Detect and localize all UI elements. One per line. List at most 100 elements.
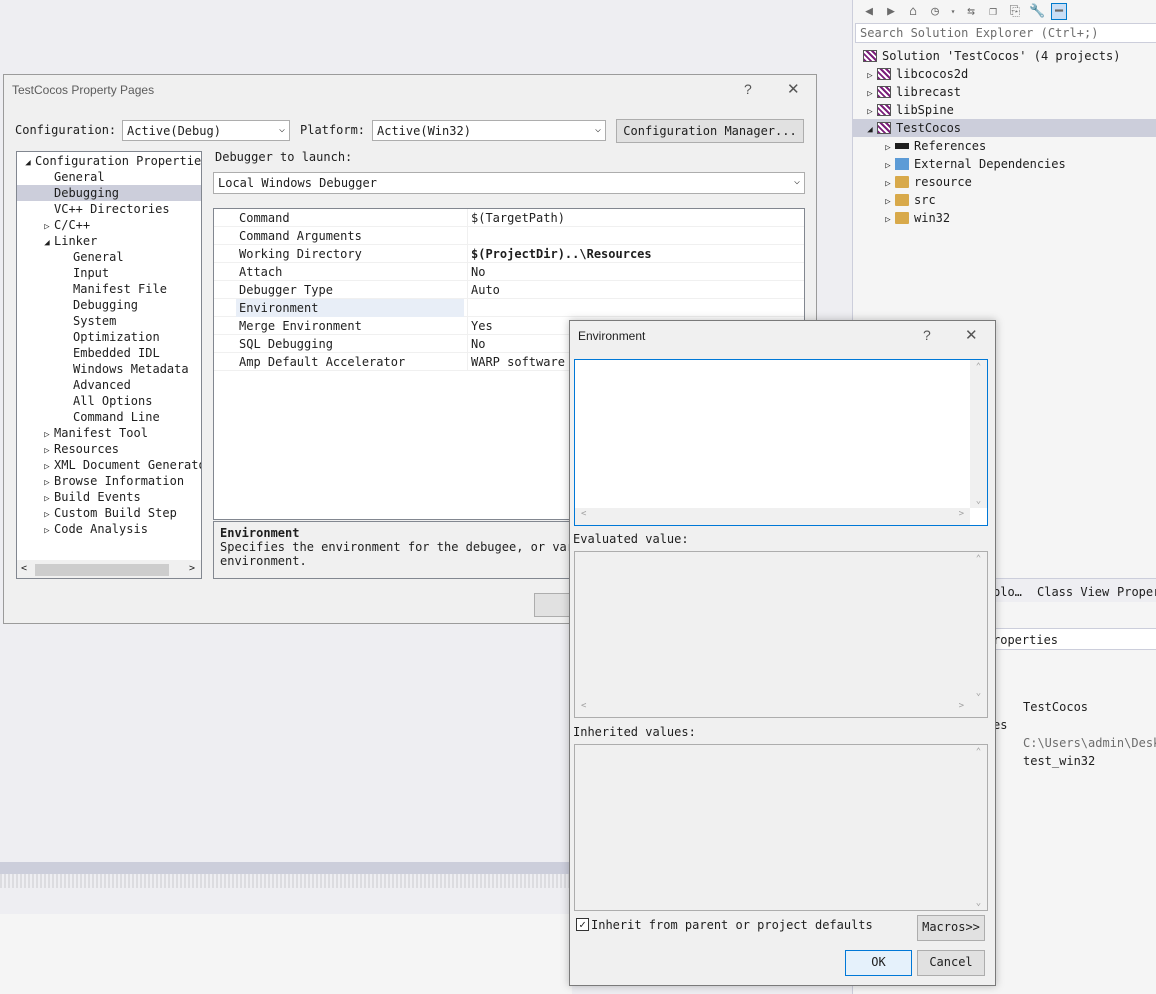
tree-item[interactable]: VC++ Directories xyxy=(17,201,201,217)
environment-textarea[interactable]: ⌃ ⌄ < > xyxy=(574,359,988,526)
inherit-checkbox-label[interactable]: Inherit from parent or project defaults xyxy=(591,918,873,932)
project-icon xyxy=(877,86,891,98)
wrench-icon[interactable]: 🔧 xyxy=(1029,4,1045,19)
tree-item[interactable]: ◢ Configuration Properties xyxy=(17,153,201,169)
tree-item[interactable]: ▷ Resources xyxy=(17,441,201,457)
debugger-select[interactable]: Local Windows Debugger ⌵ xyxy=(213,172,805,194)
macros-button[interactable]: Macros>> xyxy=(917,915,985,941)
tree-item[interactable]: ▷ Browse Information xyxy=(17,473,201,489)
property-value: TestCocos xyxy=(1023,700,1089,714)
grid-row-value: No xyxy=(471,337,486,351)
tree-item-label: All Options xyxy=(73,394,153,408)
minus-icon[interactable]: ━ xyxy=(1051,2,1067,20)
debugger-value: Local Windows Debugger xyxy=(218,176,377,190)
output-splitter[interactable] xyxy=(0,874,572,888)
project-testcocos[interactable]: ◢ TestCocos xyxy=(853,119,1156,137)
grid-row-name: Environment xyxy=(236,299,464,317)
project-librecast[interactable]: ▷ librecast xyxy=(863,83,1156,101)
grid-row-name: Command Arguments xyxy=(239,229,362,243)
tab-class-view[interactable]: Class View xyxy=(1037,585,1109,599)
grid-row[interactable]: Attach No xyxy=(214,263,804,281)
solution-search-input[interactable]: Search Solution Explorer (Ctrl+;) xyxy=(855,23,1156,43)
tree-item[interactable]: Windows Metadata xyxy=(17,361,201,377)
close-icon[interactable]: ✕ xyxy=(965,326,978,344)
tree-item[interactable]: ▷ Code Analysis xyxy=(17,521,201,537)
solution-node[interactable]: Solution 'TestCocos' (4 projects) xyxy=(863,47,1156,65)
tree-horizontal-scrollbar[interactable]: < > xyxy=(17,560,201,578)
tree-item[interactable]: Debugging xyxy=(17,185,201,201)
tree-item[interactable]: System xyxy=(17,313,201,329)
scroll-left-icon[interactable]: < xyxy=(21,563,27,574)
ok-button[interactable]: OK xyxy=(845,950,912,976)
back-icon[interactable]: ◀ xyxy=(861,4,877,19)
grid-row[interactable]: Working Directory $(ProjectDir)..\Resourc… xyxy=(214,245,804,263)
vertical-scrollbar[interactable]: ⌃ ⌄ xyxy=(970,745,987,910)
configuration-label: Configuration: xyxy=(15,123,117,137)
tree-item[interactable]: General xyxy=(17,249,201,265)
grid-row[interactable]: Command $(TargetPath) xyxy=(214,209,804,227)
vertical-scrollbar[interactable]: ⌃ ⌄ xyxy=(970,360,987,508)
tree-item[interactable]: All Options xyxy=(17,393,201,409)
node-resource[interactable]: ▷ resource xyxy=(863,173,1156,191)
tree-item-label: Build Events xyxy=(54,490,141,504)
tree-item[interactable]: ▷ XML Document Generator xyxy=(17,457,201,473)
expand-icon[interactable]: ◢ xyxy=(40,235,54,251)
inherit-checkbox[interactable]: ✓ xyxy=(576,918,589,931)
tree-item[interactable]: Command Line xyxy=(17,409,201,425)
copy-icon[interactable]: ⎘ xyxy=(1007,4,1023,19)
scroll-right-icon[interactable]: > xyxy=(189,563,195,574)
forward-icon[interactable]: ▶ xyxy=(883,4,899,19)
scroll-thumb[interactable] xyxy=(35,564,169,576)
project-libspine[interactable]: ▷ libSpine xyxy=(863,101,1156,119)
tree-item[interactable]: ▷ Custom Build Step xyxy=(17,505,201,521)
help-icon[interactable]: ? xyxy=(923,327,931,343)
node-external-dependencies[interactable]: ▷ External Dependencies xyxy=(863,155,1156,173)
help-icon[interactable]: ? xyxy=(744,81,752,97)
tree-item[interactable]: ▷ C/C++ xyxy=(17,217,201,233)
cancel-button[interactable]: Cancel xyxy=(917,950,985,976)
tree-item[interactable]: ▷ Build Events xyxy=(17,489,201,505)
expand-icon[interactable]: ▷ xyxy=(40,523,54,539)
tree-item[interactable]: Debugging xyxy=(17,297,201,313)
horizontal-scrollbar[interactable]: < > xyxy=(575,508,970,525)
expand-icon[interactable]: ◢ xyxy=(21,155,35,171)
tree-item[interactable]: ▷ Manifest Tool xyxy=(17,425,201,441)
tree-item[interactable]: General xyxy=(17,169,201,185)
tree-item-label: Command Line xyxy=(73,410,160,424)
close-icon[interactable]: ✕ xyxy=(787,80,800,98)
home-icon[interactable]: ⌂ xyxy=(905,4,921,19)
tree-item[interactable]: Advanced xyxy=(17,377,201,393)
collapse-icon[interactable]: ❐ xyxy=(985,4,1001,19)
evaluated-value-textarea[interactable]: ⌃ ⌄ < > xyxy=(574,551,988,718)
inherited-values-textarea[interactable]: ⌃ ⌄ xyxy=(574,744,988,911)
ok-button-partial[interactable] xyxy=(534,593,574,617)
grid-row-value: Auto xyxy=(471,283,500,297)
project-label: TestCocos xyxy=(896,121,962,135)
node-src[interactable]: ▷ src xyxy=(863,191,1156,209)
tab-properties[interactable]: Proper xyxy=(1117,585,1156,599)
node-label: resource xyxy=(914,175,972,189)
expand-icon[interactable]: ▷ xyxy=(881,211,895,229)
dropdown-icon[interactable]: ▾ xyxy=(949,7,957,16)
grid-row[interactable]: Environment xyxy=(214,299,804,317)
tree-item[interactable]: ◢ Linker xyxy=(17,233,201,249)
tab-solution-explorer[interactable]: plo… xyxy=(993,585,1022,599)
configuration-manager-button[interactable]: Configuration Manager... xyxy=(616,119,804,143)
tree-item[interactable]: Optimization xyxy=(17,329,201,345)
tree-item[interactable]: Embedded IDL xyxy=(17,345,201,361)
history-icon[interactable]: ◷ xyxy=(927,4,943,19)
tree-item[interactable]: Manifest File xyxy=(17,281,201,297)
node-win32[interactable]: ▷ win32 xyxy=(863,209,1156,227)
sync-icon[interactable]: ⇆ xyxy=(963,4,979,19)
solution-explorer-toolbar: ◀ ▶ ⌂ ◷ ▾ ⇆ ❐ ⎘ 🔧 ━ xyxy=(853,0,1156,22)
vertical-scrollbar[interactable]: ⌃ ⌄ xyxy=(970,552,987,700)
collapse-tree-icon[interactable]: ◢ xyxy=(863,121,877,139)
platform-select[interactable]: Active(Win32) ⌵ xyxy=(372,120,606,141)
tree-item[interactable]: Input xyxy=(17,265,201,281)
grid-row[interactable]: Debugger Type Auto xyxy=(214,281,804,299)
configuration-select[interactable]: Active(Debug) ⌵ xyxy=(122,120,290,141)
project-libcocos2d[interactable]: ▷ libcocos2d xyxy=(863,65,1156,83)
node-references[interactable]: ▷ References xyxy=(863,137,1156,155)
grid-row[interactable]: Command Arguments xyxy=(214,227,804,245)
horizontal-scrollbar[interactable]: < > xyxy=(575,700,970,717)
